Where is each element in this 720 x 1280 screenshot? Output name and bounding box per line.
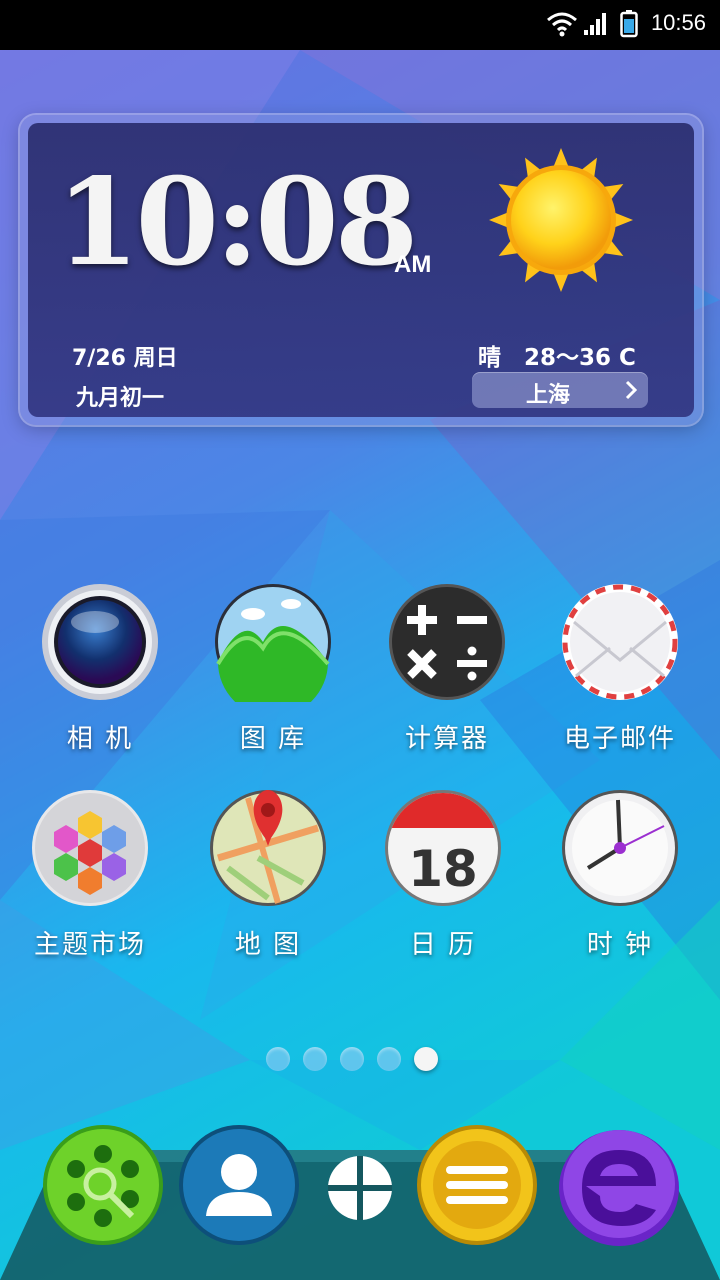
battery-icon	[620, 10, 638, 38]
page-dot-active[interactable]	[414, 1047, 438, 1071]
app-email[interactable]: 电子邮件	[535, 582, 705, 782]
widget-date: 7/26 周日	[72, 346, 178, 371]
messages-icon[interactable]	[416, 1124, 538, 1246]
calendar-icon: 18	[385, 790, 501, 906]
page-dot[interactable]	[266, 1047, 290, 1071]
clock-icon	[562, 790, 678, 906]
app-label-gallery: 图 库	[239, 724, 307, 754]
page-dot[interactable]	[377, 1047, 401, 1071]
dialer-icon[interactable]	[42, 1124, 164, 1246]
page-dot[interactable]	[303, 1047, 327, 1071]
app-label-email: 电子邮件	[563, 724, 676, 754]
app-label-camera: 相 机	[66, 724, 134, 754]
widget-ampm: AM	[394, 251, 432, 278]
browser-icon[interactable]	[556, 1124, 682, 1248]
app-label-maps: 地 图	[234, 930, 302, 960]
clock-weather-widget[interactable]: 10:08 AM 7/26 周日 九月初一 晴 28～36 C 上海	[20, 115, 702, 425]
app-calculator[interactable]: 计算器	[362, 582, 532, 782]
app-calendar[interactable]: 18 日 历	[358, 788, 528, 988]
status-bar: 10:56	[0, 0, 720, 50]
chevron-right-icon	[625, 380, 638, 400]
app-maps[interactable]: 地 图	[183, 788, 353, 988]
wifi-icon	[547, 12, 577, 37]
widget-lunar-date: 九月初一	[76, 386, 165, 411]
app-drawer-icon[interactable]	[326, 1154, 394, 1222]
status-time: 10:56	[650, 10, 706, 35]
app-theme-store[interactable]: 主题市场	[5, 788, 175, 988]
theme-store-icon	[32, 790, 148, 906]
camera-icon	[42, 584, 158, 700]
app-clock[interactable]: 时 钟	[535, 788, 705, 988]
email-icon	[562, 584, 678, 700]
contacts-icon[interactable]	[178, 1124, 300, 1246]
page-indicator[interactable]	[266, 1045, 456, 1075]
app-label-calendar: 日 历	[409, 930, 477, 960]
app-gallery[interactable]: 图 库	[188, 582, 358, 782]
widget-clock-time[interactable]: 10:08	[56, 163, 418, 283]
maps-icon	[210, 790, 326, 906]
calculator-icon	[389, 584, 505, 700]
city-label: 上海	[526, 383, 571, 408]
app-label-clock: 时 钟	[586, 930, 654, 960]
widget-weather-text: 晴 28～36 C	[478, 345, 636, 371]
city-selector-button[interactable]: 上海	[472, 372, 648, 408]
signal-icon	[584, 13, 606, 35]
page-dot[interactable]	[340, 1047, 364, 1071]
app-label-calculator: 计算器	[404, 724, 489, 754]
sunny-weather-icon	[489, 148, 633, 292]
app-label-theme-store: 主题市场	[33, 930, 146, 960]
widget-panel: 10:08 AM 7/26 周日 九月初一 晴 28～36 C 上海	[28, 123, 694, 417]
app-camera[interactable]: 相 机	[15, 582, 185, 782]
calendar-day-number: 18	[408, 840, 478, 898]
gallery-icon	[215, 584, 331, 702]
